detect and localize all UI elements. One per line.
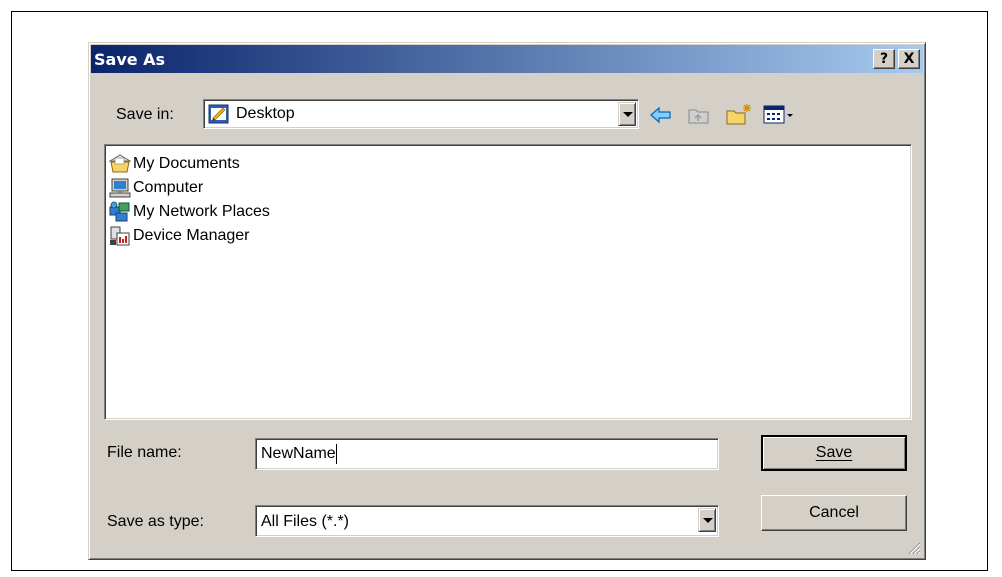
file-label: Computer <box>133 179 204 196</box>
save-button[interactable]: Save <box>761 435 907 471</box>
up-folder-icon[interactable] <box>687 104 711 131</box>
save-in-label: Save in: <box>116 106 174 123</box>
save-as-type-value: All Files (*.*) <box>261 513 350 530</box>
save-button-label: Save <box>815 444 853 461</box>
file-name-input[interactable]: NewName <box>255 438 719 470</box>
new-folder-icon[interactable] <box>725 102 753 131</box>
list-item[interactable]: My Documents <box>109 152 240 176</box>
file-name-label: File name: <box>107 444 182 461</box>
file-label: My Network Places <box>133 203 270 220</box>
view-menu-icon[interactable] <box>763 104 797 131</box>
back-arrow-icon[interactable] <box>649 105 673 130</box>
dialog-title: Save As <box>94 50 166 69</box>
file-label: My Documents <box>133 155 240 172</box>
close-button[interactable]: X <box>898 49 920 69</box>
file-list[interactable]: My Documents Computer My Network Places <box>104 144 912 420</box>
save-as-type-dropdown[interactable]: All Files (*.*) <box>255 505 719 537</box>
save-in-dropdown-button[interactable] <box>618 102 636 126</box>
save-in-dropdown[interactable]: Desktop <box>203 99 639 129</box>
file-name-value: NewName <box>261 445 336 462</box>
resize-grip-icon[interactable] <box>907 541 921 555</box>
computer-icon <box>109 178 131 198</box>
list-item[interactable]: Computer <box>109 176 203 200</box>
device-manager-icon <box>110 226 130 246</box>
text-cursor <box>336 444 337 464</box>
network-places-icon <box>109 201 130 222</box>
save-as-type-dropdown-button[interactable] <box>698 508 716 532</box>
list-item[interactable]: Device Manager <box>109 224 250 248</box>
file-label: Device Manager <box>133 227 250 244</box>
help-button[interactable]: ? <box>873 49 895 69</box>
title-bar[interactable]: Save As ? X <box>91 45 923 73</box>
list-item[interactable]: My Network Places <box>109 200 270 224</box>
save-as-dialog: Save As ? X Save in: Desktop My Document… <box>88 42 926 560</box>
cancel-button[interactable]: Cancel <box>761 495 907 531</box>
save-in-value: Desktop <box>236 105 295 122</box>
desktop-icon <box>208 103 230 130</box>
my-documents-icon <box>109 154 131 173</box>
save-as-type-label: Save as type: <box>107 513 204 530</box>
